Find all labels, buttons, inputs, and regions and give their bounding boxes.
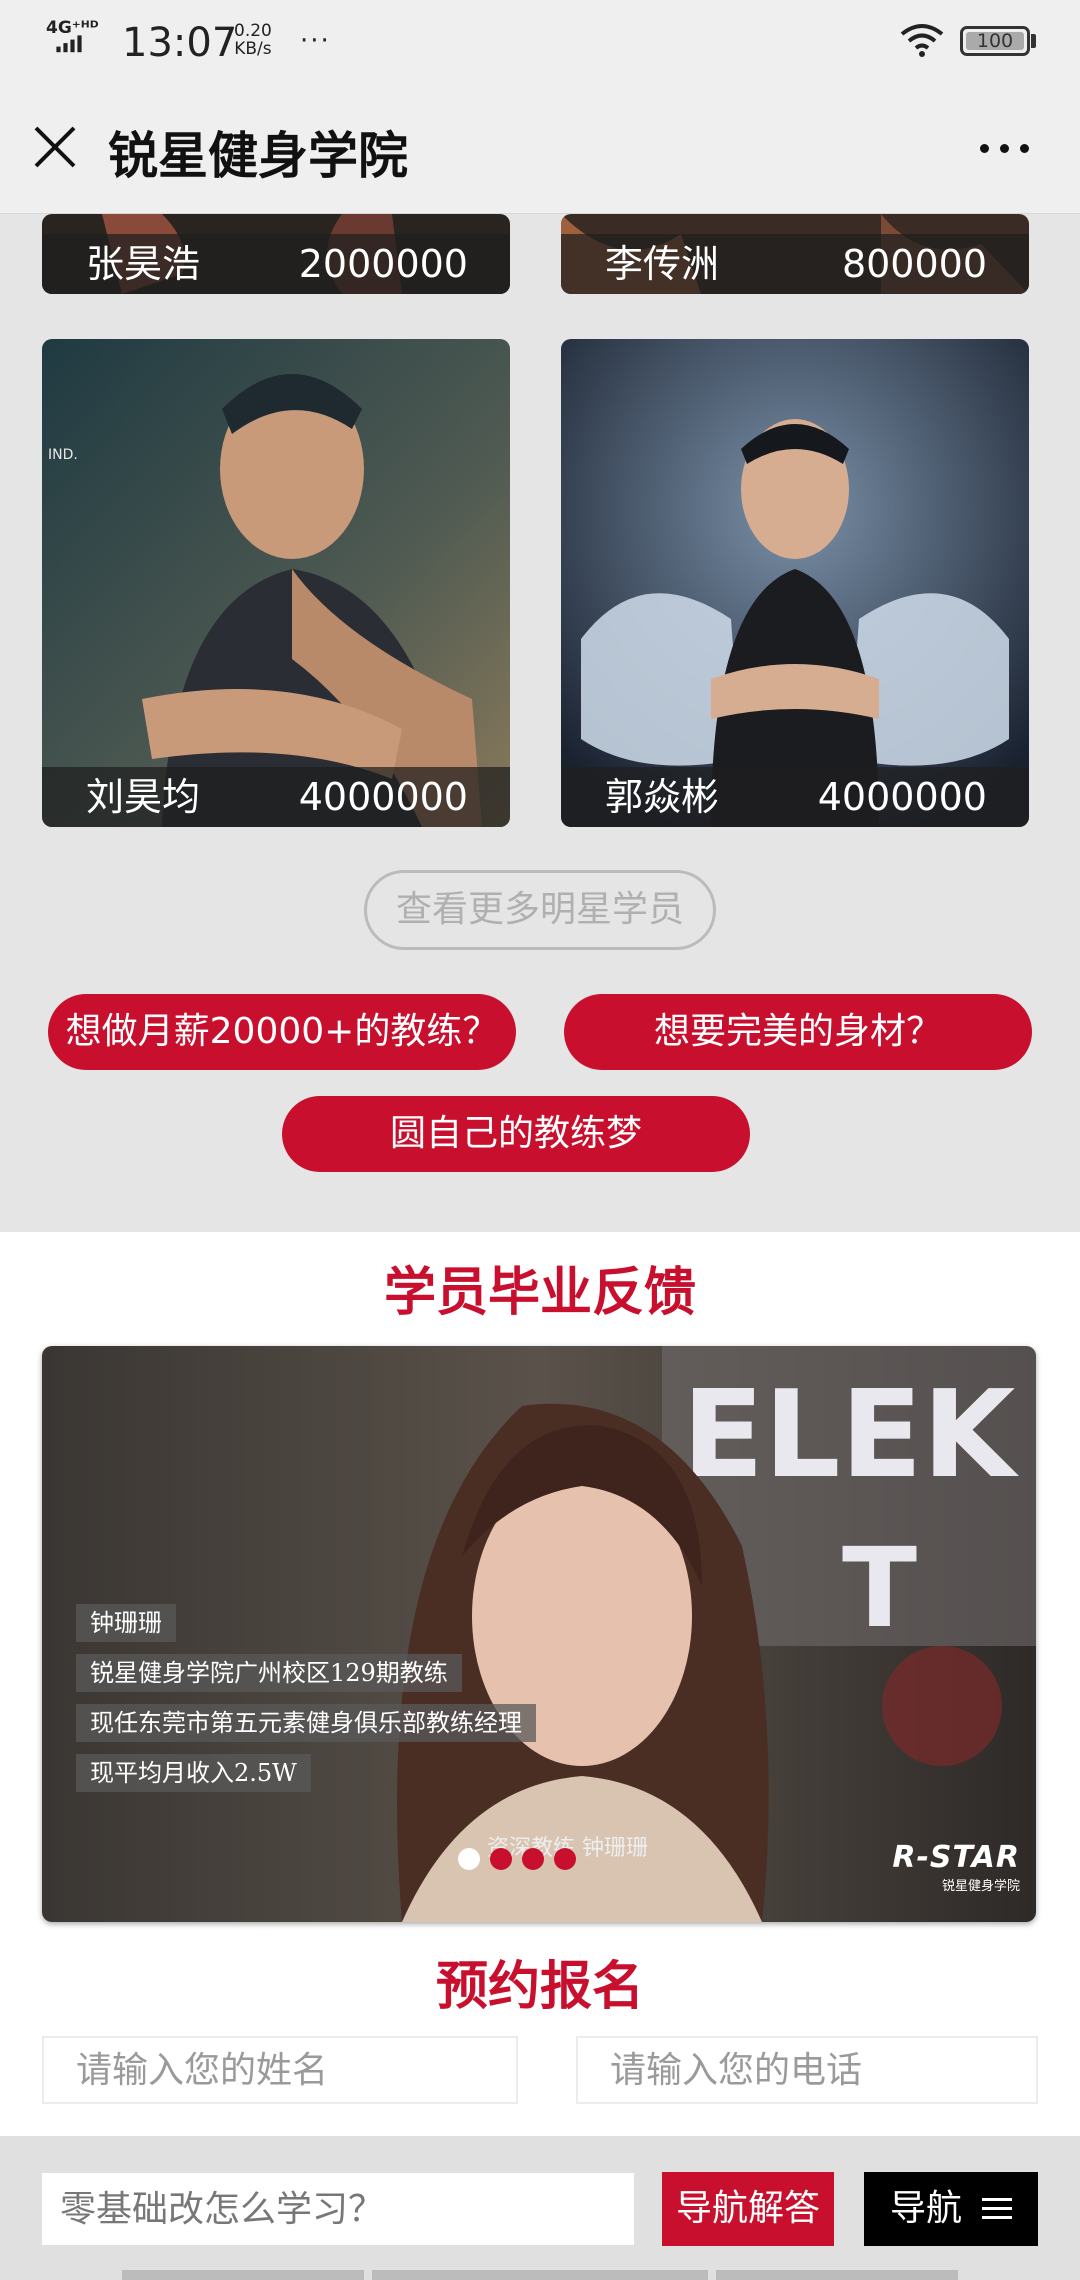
network-speed: 0.20 KB/s (234, 22, 272, 58)
carousel-dot[interactable] (458, 1848, 480, 1870)
name-input[interactable] (42, 2036, 518, 2104)
cta-dream-button[interactable]: 圆自己的教练梦 (282, 1096, 750, 1172)
student-name: 李传洲 (605, 242, 720, 286)
peek-bar (372, 2270, 708, 2280)
feedback-carousel[interactable]: ELEK T 钟珊珊 锐星健身学院广州校区129期教练 现任东莞市第五元素健身俱… (42, 1346, 1036, 1922)
student-name: 张昊浩 (86, 242, 201, 286)
close-icon[interactable] (30, 122, 80, 172)
carousel-dot[interactable] (554, 1848, 576, 1870)
student-salary: 2000000 (298, 242, 468, 286)
student-salary: 4000000 (817, 775, 987, 819)
student-salary: 4000000 (298, 775, 468, 819)
student-card[interactable]: 李传洲 800000 (561, 214, 1029, 294)
cta-coach-salary-button[interactable]: 想做月薪20000+的教练？ (48, 994, 516, 1070)
svg-text:IND.: IND. (48, 447, 78, 463)
feedback-title: 学员毕业反馈 (383, 1263, 696, 1323)
student-name: 刘昊均 (86, 775, 201, 819)
page-title: 锐星健身学院 (108, 127, 408, 185)
student-card[interactable]: 张昊浩 2000000 (42, 214, 510, 294)
peek-bar (716, 2270, 958, 2280)
student-name: 郭焱彬 (605, 775, 720, 819)
battery-tip (1031, 34, 1036, 48)
student-card[interactable]: IND. 刘昊均 4000000 (42, 339, 510, 827)
battery-icon: 100 (960, 26, 1030, 56)
carousel-dot[interactable] (522, 1848, 544, 1870)
student-salary: 800000 (841, 242, 987, 286)
student-card[interactable]: 郭焱彬 4000000 (561, 339, 1029, 827)
signup-title: 预约报名 (435, 1957, 644, 2017)
svg-text:ELEK: ELEK (682, 1366, 1019, 1505)
student-caption: 张昊浩 2000000 (42, 234, 510, 294)
carousel-dot[interactable] (490, 1848, 512, 1870)
svg-text:T: T (842, 1524, 917, 1652)
question-input[interactable] (42, 2173, 634, 2245)
battery-level: 100 (976, 30, 1014, 52)
title-bar: 锐星健身学院 (0, 82, 1080, 214)
more-icon[interactable] (970, 128, 1040, 168)
student-photo: IND. (42, 339, 510, 827)
clock: 13:07 (122, 20, 238, 66)
logo-sub: 锐星健身学院 (941, 1879, 1020, 1894)
student-caption: 李传洲 800000 (561, 234, 1029, 294)
status-more-icon: ··· (300, 26, 331, 56)
subtitle-line: 现任东莞市第五元素健身俱乐部教练经理 (76, 1704, 536, 1742)
student-caption: 郭焱彬 4000000 (561, 767, 1029, 827)
subtitle-line: 钟珊珊 (76, 1604, 176, 1642)
status-bar: 4G⁺ᴴᴰ 13:07 0.20 KB/s ··· 100 (0, 0, 1080, 82)
nav-button[interactable]: 导航 (864, 2172, 1038, 2246)
bottom-bar: 导航解答 导航 (0, 2136, 1080, 2280)
nav-label: 导航 (890, 2188, 963, 2229)
nav-answer-button[interactable]: 导航解答 (662, 2172, 834, 2246)
more-students-button[interactable]: 查看更多明星学员 (364, 870, 716, 950)
cta-body-button[interactable]: 想要完美的身材？ (564, 994, 1032, 1070)
speed-value: 0.20 (234, 21, 272, 41)
wifi-icon (900, 24, 944, 57)
phone-input[interactable] (576, 2036, 1038, 2104)
subtitle-line: 锐星健身学院广州校区129期教练 (76, 1654, 462, 1692)
student-photo (561, 339, 1029, 827)
student-caption: 刘昊均 4000000 (42, 767, 510, 827)
menu-icon (982, 2198, 1012, 2220)
subtitle-line: 现平均月收入2.5W (76, 1754, 311, 1792)
signal-icon (56, 35, 82, 53)
logo-brand: R-STAR (892, 1840, 1020, 1875)
speed-unit: KB/s (234, 39, 272, 59)
peek-bar (122, 2270, 364, 2280)
r-star-logo: R-STAR 锐星健身学院 (892, 1840, 1020, 1894)
